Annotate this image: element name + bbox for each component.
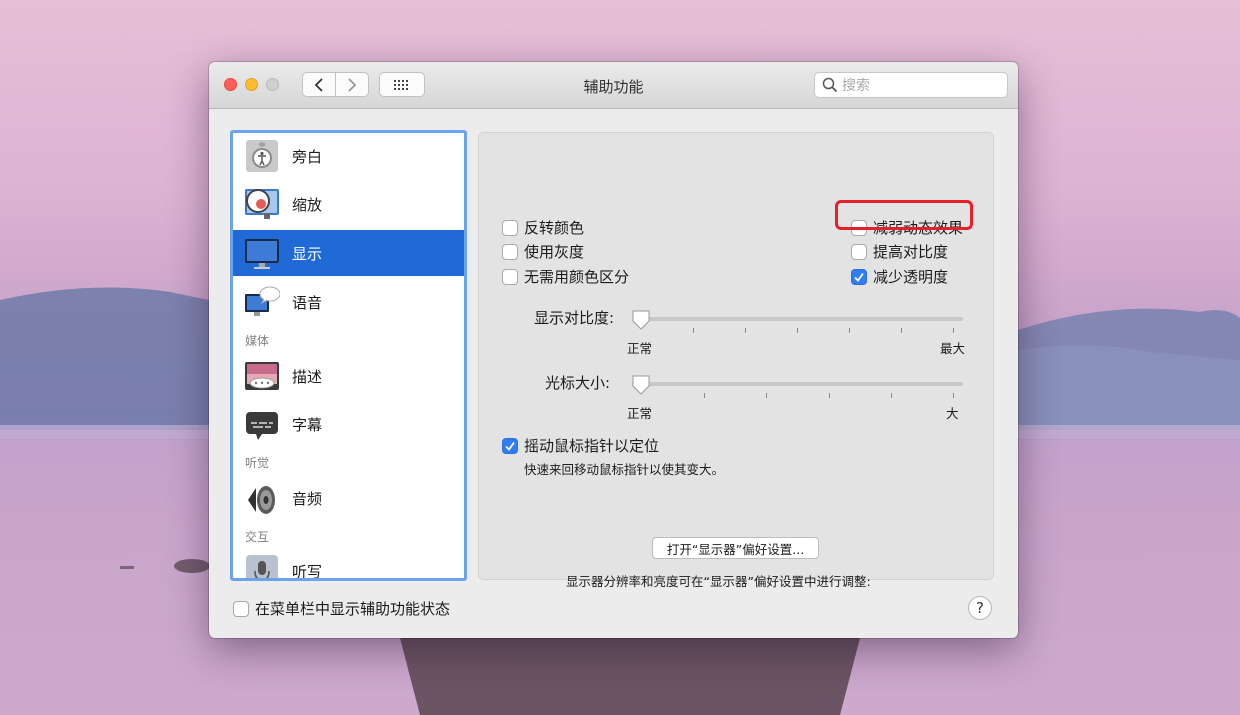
sidebar-item-label: 缩放 xyxy=(292,195,323,214)
sidebar-item-label: 描述 xyxy=(292,367,323,386)
zoom-icon xyxy=(244,186,280,222)
search-icon xyxy=(822,77,838,93)
slider-tick xyxy=(745,328,746,333)
checkbox-label: 反转颜色 xyxy=(524,219,585,237)
sidebar-item-speech[interactable]: 语音 xyxy=(233,279,464,325)
checkbox-box[interactable] xyxy=(233,600,249,617)
sidebar-item-label: 显示 xyxy=(292,244,323,263)
checkbox-label: 在菜单栏中显示辅助功能状态 xyxy=(255,600,451,618)
category-sidebar[interactable]: 旁白 缩放 显示 语音 媒体 描述 字幕 听觉 音频 交互 听写 xyxy=(230,130,467,581)
checkbox-label: 提高对比度 xyxy=(873,243,949,261)
title-bar: 辅助功能 搜索 xyxy=(209,62,1018,109)
search-placeholder: 搜索 xyxy=(842,78,870,94)
shake-to-locate-description: 快速来回移动鼠标指针以使其变大。 xyxy=(524,462,725,477)
checkbox-box[interactable] xyxy=(502,437,518,454)
descriptions-icon xyxy=(244,358,280,394)
grayscale-checkbox[interactable]: 使用灰度 xyxy=(502,241,584,262)
shake-to-locate-checkbox[interactable]: 摇动鼠标指针以定位 xyxy=(502,435,659,456)
checkbox-label: 无需用颜色区分 xyxy=(524,268,630,286)
contrast-min-label: 正常 xyxy=(627,341,653,356)
cursor-min-label: 正常 xyxy=(627,406,653,421)
cursor-size-slider-label: 光标大小: xyxy=(544,374,610,392)
slider-knob[interactable] xyxy=(631,309,651,331)
slider-tick xyxy=(849,328,850,333)
checkbox-box[interactable] xyxy=(502,219,518,236)
sidebar-item-captions[interactable]: 字幕 xyxy=(233,401,464,447)
voiceover-icon xyxy=(244,138,280,174)
slider-track xyxy=(632,317,963,321)
sidebar-item-label: 音频 xyxy=(292,489,323,508)
speech-icon xyxy=(244,284,281,320)
slider-tick xyxy=(953,393,954,398)
slider-tick xyxy=(797,328,798,333)
checkbox-label: 摇动鼠标指针以定位 xyxy=(524,437,660,455)
section-label-hearing: 听觉 xyxy=(245,456,270,470)
contrast-slider-label: 显示对比度: xyxy=(533,309,614,327)
slider-tick xyxy=(704,393,705,398)
help-button[interactable]: ? xyxy=(968,596,992,620)
slider-track xyxy=(632,382,963,386)
show-status-in-menu-bar-checkbox[interactable]: 在菜单栏中显示辅助功能状态 xyxy=(233,598,450,619)
slider-tick xyxy=(693,328,694,333)
captions-icon xyxy=(244,406,280,442)
audio-icon xyxy=(244,480,280,516)
checkbox-label: 使用灰度 xyxy=(524,243,585,261)
checkmark-icon xyxy=(854,272,864,282)
invert-colors-checkbox[interactable]: 反转颜色 xyxy=(502,217,584,238)
checkbox-box[interactable] xyxy=(502,268,518,285)
slider-knob[interactable] xyxy=(631,374,651,396)
slider-tick xyxy=(901,328,902,333)
slider-tick xyxy=(953,328,954,333)
sidebar-item-label: 字幕 xyxy=(292,415,323,434)
slider-tick xyxy=(766,393,767,398)
differentiate-without-color-checkbox[interactable]: 无需用颜色区分 xyxy=(502,266,629,287)
checkbox-label: 减少透明度 xyxy=(873,268,949,286)
increase-contrast-checkbox[interactable]: 提高对比度 xyxy=(851,241,948,262)
section-label-interaction: 交互 xyxy=(245,530,270,544)
dictation-icon xyxy=(244,553,280,578)
sidebar-item-label: 旁白 xyxy=(292,147,323,166)
sidebar-item-label: 听写 xyxy=(292,562,323,581)
sidebar-item-voiceover[interactable]: 旁白 xyxy=(233,133,464,179)
checkbox-box[interactable] xyxy=(851,243,867,260)
sidebar-item-descriptions[interactable]: 描述 xyxy=(233,353,464,399)
sidebar-item-audio[interactable]: 音频 xyxy=(233,475,464,521)
display-icon xyxy=(244,235,280,271)
sidebar-item-dictation[interactable]: 听写 xyxy=(233,548,464,581)
section-label-media: 媒体 xyxy=(245,334,270,348)
open-display-preferences-button[interactable]: 打开“显示器”偏好设置... xyxy=(652,537,819,559)
display-prefs-note: 显示器分辨率和亮度可在“显示器”偏好设置中进行调整: xyxy=(566,574,871,589)
checkbox-box[interactable] xyxy=(851,268,867,285)
contrast-max-label: 最大 xyxy=(940,341,966,356)
sidebar-item-label: 语音 xyxy=(292,293,323,312)
accessibility-window: 辅助功能 搜索 旁白 缩放 显示 语音 媒体 描述 字幕 听觉 音频 交互 听写… xyxy=(209,62,1018,638)
sidebar-item-display[interactable]: 显示 xyxy=(233,230,464,276)
search-field[interactable]: 搜索 xyxy=(814,72,1008,98)
checkbox-box[interactable] xyxy=(502,243,518,260)
checkmark-icon xyxy=(505,441,515,451)
sidebar-item-zoom[interactable]: 缩放 xyxy=(233,181,464,227)
slider-tick xyxy=(891,393,892,398)
slider-tick xyxy=(829,393,830,398)
cursor-max-label: 大 xyxy=(946,406,959,421)
reduce-transparency-checkbox[interactable]: 减少透明度 xyxy=(851,266,948,287)
highlight-annotation xyxy=(835,200,973,230)
